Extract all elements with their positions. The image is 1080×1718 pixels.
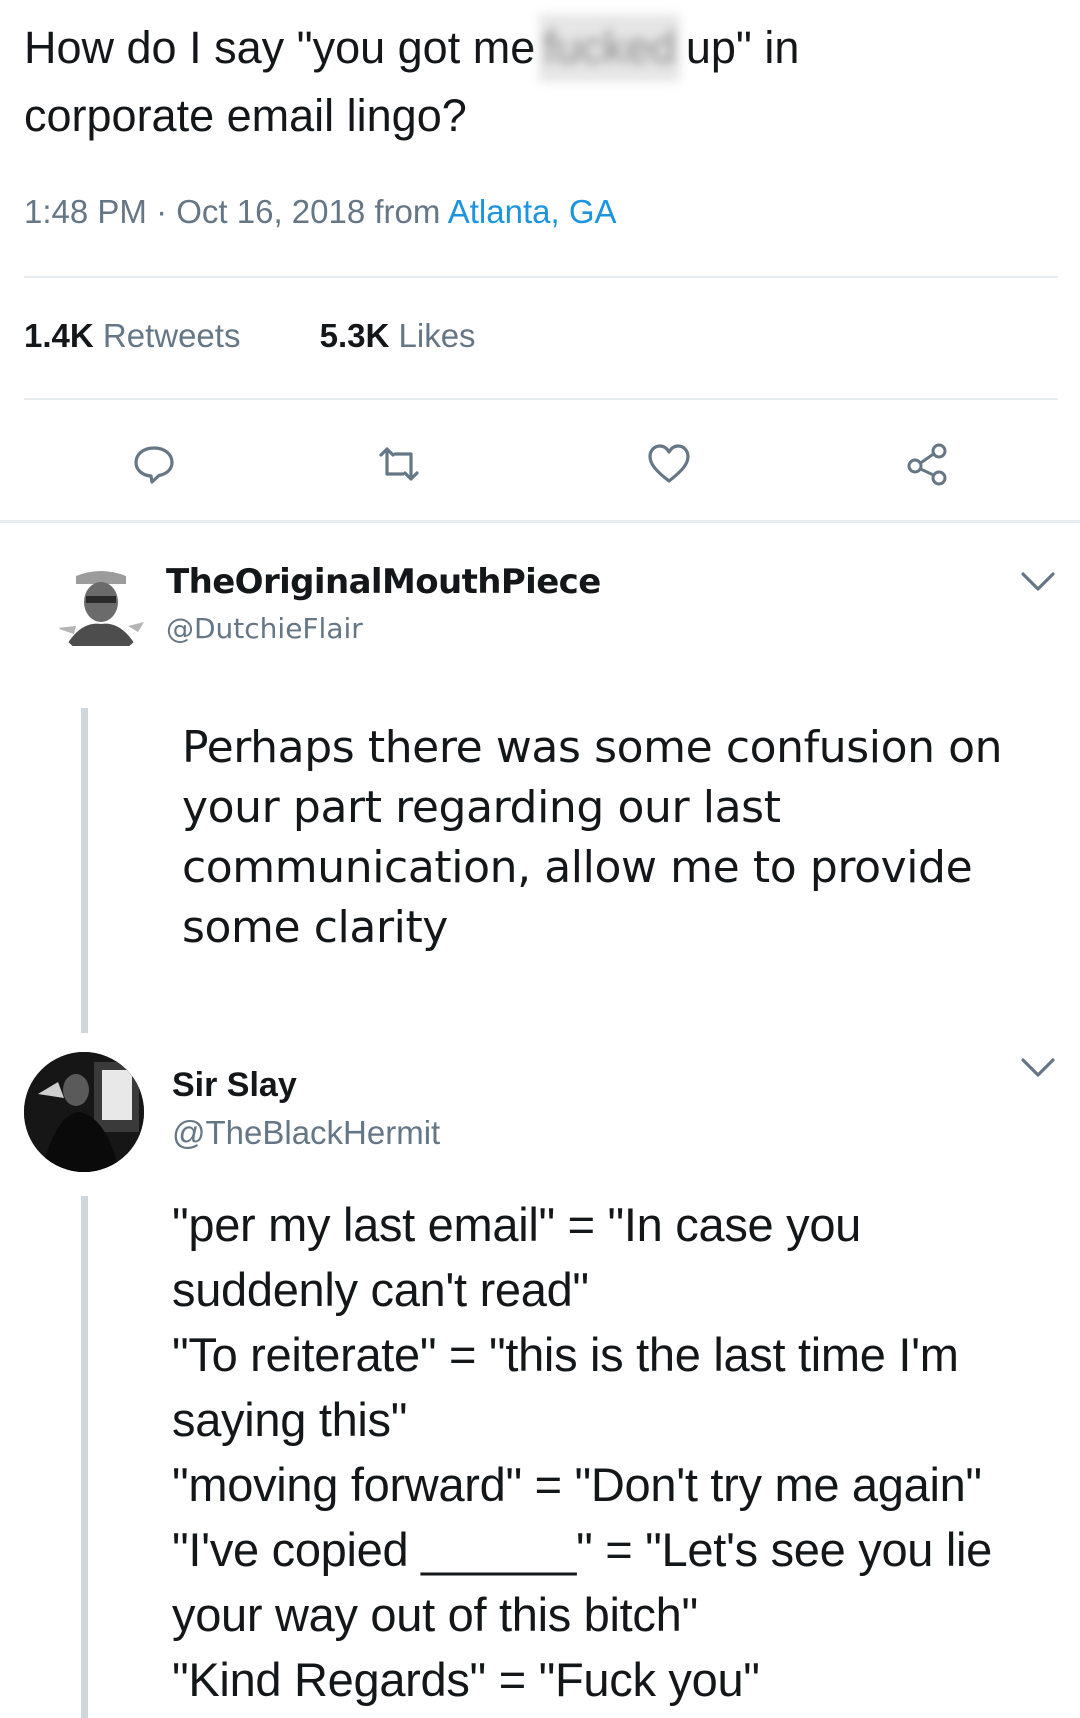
reply-text-line: "Kind Regards" = "Fuck you" <box>172 1653 760 1706</box>
thread-line <box>81 1196 88 1718</box>
from-label: from <box>374 193 441 230</box>
action-bar <box>0 441 1080 487</box>
tweet-text-part2: up" in <box>685 22 800 73</box>
likes-stat[interactable]: 5.3K Likes <box>320 317 476 355</box>
reply-text-line: "moving forward" = "Don't try me again" <box>172 1458 982 1511</box>
reply-text-line: "To reiterate" = "this is the last time … <box>172 1328 959 1381</box>
user-handle[interactable]: @TheBlackHermit <box>172 1114 440 1152</box>
user-handle[interactable]: @DutchieFlair <box>166 612 363 645</box>
tweet-text-part1: How do I say "you got me <box>24 22 536 73</box>
reply-text-line: your way out of this bitch" <box>172 1588 698 1641</box>
avatar-image <box>56 566 146 656</box>
reply-text-line: communication, allow me to provide <box>182 842 973 893</box>
chevron-down-icon[interactable] <box>1018 1055 1058 1081</box>
reply-button[interactable] <box>131 441 177 487</box>
tweet-text: How do I say "you got me fucked up" in cor… <box>24 14 1054 150</box>
main-tweet: How do I say "you got me fucked up" in cor… <box>24 14 1054 150</box>
likes-label: Likes <box>398 317 476 354</box>
reply-text-line: saying this" <box>172 1393 408 1446</box>
retweet-icon <box>379 447 419 481</box>
divider <box>24 398 1058 400</box>
likes-count: 5.3K <box>319 317 390 354</box>
censored-word: fucked <box>539 14 680 82</box>
retweet-button[interactable] <box>376 441 422 487</box>
divider <box>24 276 1058 278</box>
meta-separator: · <box>156 193 168 230</box>
divider <box>0 520 1080 523</box>
reply-text-line: "per my last email" = "In case you <box>172 1198 861 1251</box>
like-button[interactable] <box>646 441 692 487</box>
tweet-stats: 1.4K Retweets 5.3K Likes <box>24 317 546 355</box>
tweet-time: 1:48 PM <box>24 193 147 230</box>
tweet-text-line2: corporate email lingo? <box>24 90 467 141</box>
display-name[interactable]: TheOriginalMouthPiece <box>166 562 601 602</box>
reply-text-line: your part regarding our last <box>182 782 781 833</box>
heart-icon <box>648 444 690 483</box>
share-icon <box>907 443 947 486</box>
avatar[interactable] <box>56 566 146 656</box>
avatar[interactable] <box>24 1052 144 1172</box>
speech-bubble-icon <box>134 446 174 484</box>
reply-text-line: Perhaps there was some confusion on <box>182 722 1003 773</box>
retweets-stat[interactable]: 1.4K Retweets <box>24 317 240 355</box>
tweet-date: Oct 16, 2018 <box>176 193 366 230</box>
reply-text-line: suddenly can't read" <box>172 1263 589 1316</box>
reply-text-line: some clarity <box>182 902 448 953</box>
avatar-image <box>24 1052 144 1172</box>
retweets-label: Retweets <box>102 317 241 354</box>
retweets-count: 1.4K <box>24 317 94 354</box>
chevron-down-icon[interactable] <box>1018 569 1058 595</box>
reply-text: "per my last email" = "In case you sudde… <box>172 1192 992 1712</box>
reply-text: Perhaps there was some confusion on your… <box>182 718 1003 958</box>
share-button[interactable] <box>905 441 951 487</box>
reply-text-line: "I've copied ______" = "Let's see you li… <box>172 1523 992 1576</box>
tweet-meta: 1:48 PM · Oct 16, 2018 from Atlanta, GA <box>24 193 617 231</box>
display-name[interactable]: Sir Slay <box>172 1066 297 1105</box>
thread-line <box>81 708 88 1033</box>
tweet-location[interactable]: Atlanta, GA <box>448 193 617 230</box>
